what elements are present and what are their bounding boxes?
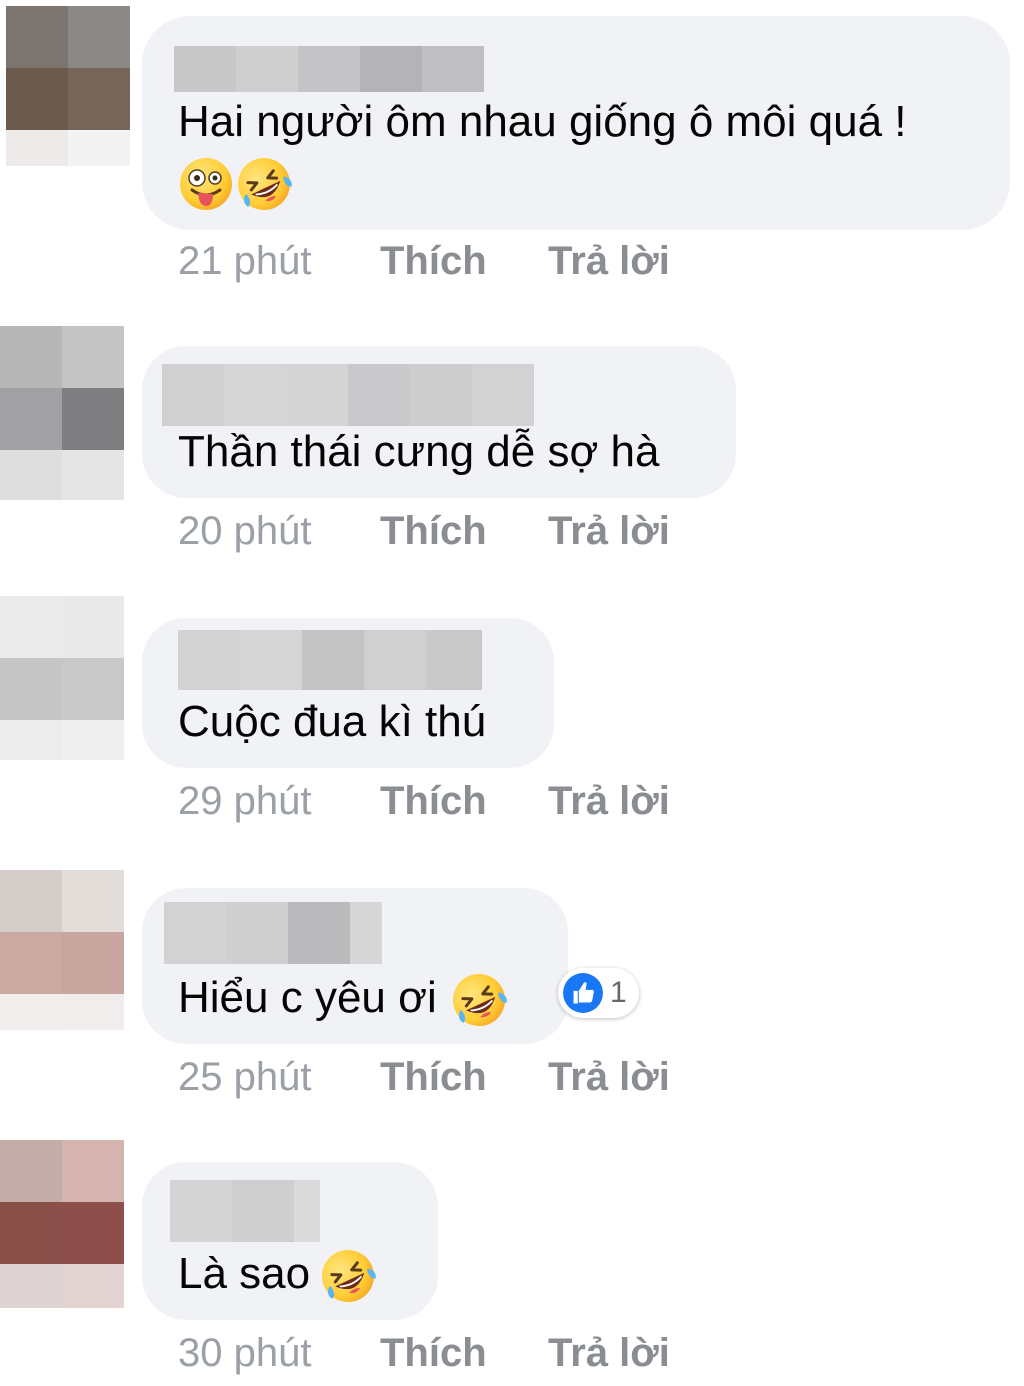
author-name[interactable] bbox=[164, 902, 382, 964]
avatar[interactable] bbox=[0, 1140, 124, 1308]
reply-button[interactable]: Trả lời bbox=[548, 776, 670, 826]
comment-text: Hiểu c yêu ơi bbox=[178, 972, 507, 1028]
comment-bubble: Là sao bbox=[142, 1162, 438, 1320]
comment-text: Thần thái cưng dễ sợ hà bbox=[178, 427, 660, 476]
comment-time[interactable]: 20 phút bbox=[178, 506, 311, 556]
comment-bubble: Hai người ôm nhau giống ô môi quá ! bbox=[142, 16, 1010, 230]
reply-button[interactable]: Trả lời bbox=[548, 236, 670, 286]
like-button[interactable]: Thích bbox=[380, 236, 487, 286]
like-button[interactable]: Thích bbox=[380, 776, 487, 826]
author-name[interactable] bbox=[162, 364, 534, 426]
reaction-count: 1 bbox=[610, 976, 627, 1009]
reply-button[interactable]: Trả lời bbox=[548, 1052, 670, 1102]
avatar[interactable] bbox=[0, 870, 124, 1030]
comment-bubble: Hiểu c yêu ơi bbox=[142, 888, 568, 1044]
comment-time[interactable]: 25 phút bbox=[178, 1052, 311, 1102]
author-name[interactable] bbox=[178, 630, 482, 690]
reaction-badge[interactable]: 1 bbox=[558, 968, 639, 1018]
zany-face-icon bbox=[178, 156, 234, 212]
like-button[interactable]: Thích bbox=[380, 506, 487, 556]
rolling-laughing-icon bbox=[451, 972, 507, 1028]
thumbs-up-icon bbox=[562, 972, 604, 1014]
comment-text: Cuộc đua kì thú bbox=[178, 697, 487, 746]
author-name[interactable] bbox=[174, 46, 484, 92]
comment-time[interactable]: 30 phút bbox=[178, 1328, 311, 1378]
reply-button[interactable]: Trả lời bbox=[548, 1328, 670, 1378]
avatar[interactable] bbox=[0, 596, 124, 760]
rolling-laughing-icon bbox=[320, 1248, 376, 1304]
comment-time[interactable]: 29 phút bbox=[178, 776, 311, 826]
comment-bubble: Thần thái cưng dễ sợ hà bbox=[142, 346, 736, 498]
comment-text: Hai người ôm nhau giống ô môi quá ! bbox=[178, 97, 907, 146]
comment-bubble: Cuộc đua kì thú bbox=[142, 618, 554, 768]
rolling-laughing-icon bbox=[236, 156, 292, 212]
comment-text: Là sao bbox=[178, 1248, 376, 1304]
reply-button[interactable]: Trả lời bbox=[548, 506, 670, 556]
avatar[interactable] bbox=[6, 6, 130, 166]
author-name[interactable] bbox=[170, 1180, 320, 1242]
comment-time[interactable]: 21 phút bbox=[178, 236, 311, 286]
avatar[interactable] bbox=[0, 326, 124, 500]
comment-emojis bbox=[178, 156, 292, 224]
like-button[interactable]: Thích bbox=[380, 1052, 487, 1102]
like-button[interactable]: Thích bbox=[380, 1328, 487, 1378]
